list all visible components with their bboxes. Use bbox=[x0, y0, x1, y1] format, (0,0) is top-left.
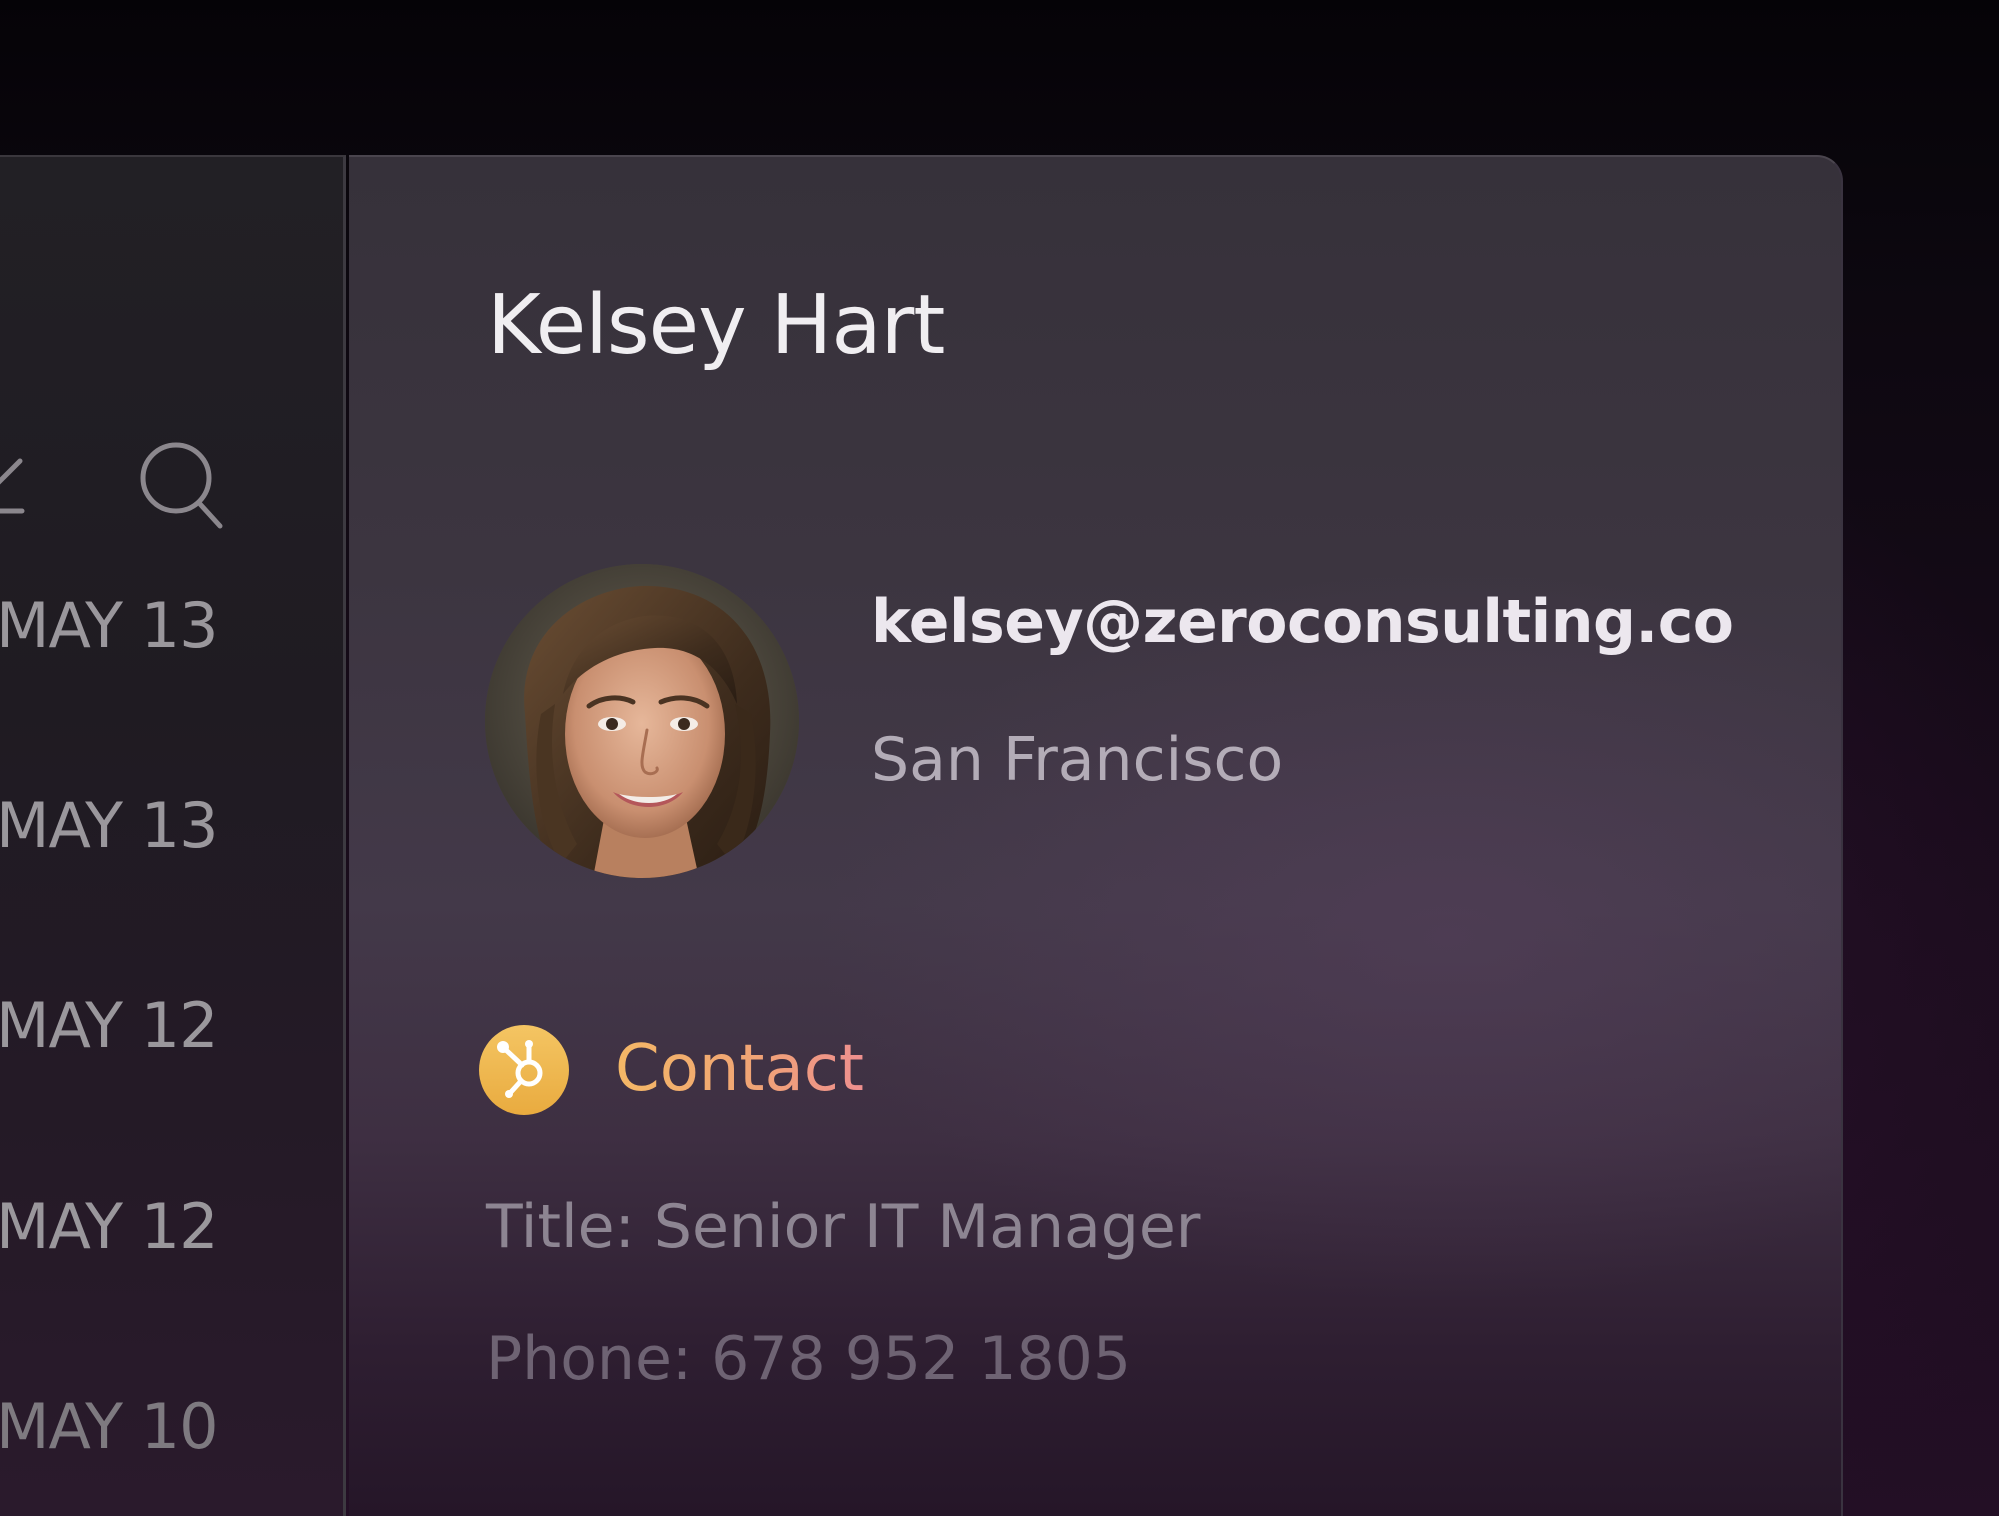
list-item-date[interactable]: MAY 12 bbox=[0, 995, 219, 1057]
contact-email[interactable]: kelsey@zeroconsulting.co bbox=[871, 592, 1734, 652]
date-list: MAY 13 MAY 13 MAY 12 MAY 12 MAY 10 bbox=[0, 157, 343, 1516]
hubspot-icon bbox=[479, 1025, 569, 1115]
sidebar: MAY 13 MAY 13 MAY 12 MAY 12 MAY 10 bbox=[0, 155, 346, 1516]
contact-location: San Francisco bbox=[871, 725, 1284, 795]
list-item-date[interactable]: MAY 13 bbox=[0, 795, 219, 857]
contact-phone-field: Phone: 678 952 1805 bbox=[486, 1324, 1132, 1394]
list-item-date[interactable]: MAY 12 bbox=[0, 1196, 219, 1258]
list-item-date[interactable]: MAY 10 bbox=[0, 1396, 219, 1458]
avatar-photo bbox=[485, 564, 799, 878]
contact-name: Kelsey Hart bbox=[487, 278, 945, 373]
avatar bbox=[485, 564, 799, 878]
section-label-contact: Contact bbox=[615, 1032, 864, 1106]
contact-title-field: Title: Senior IT Manager bbox=[486, 1192, 1201, 1262]
contact-card: Kelsey Hart kelsey@zeroconsulting.co San… bbox=[349, 155, 1843, 1516]
list-item-date[interactable]: MAY 13 bbox=[0, 595, 219, 657]
